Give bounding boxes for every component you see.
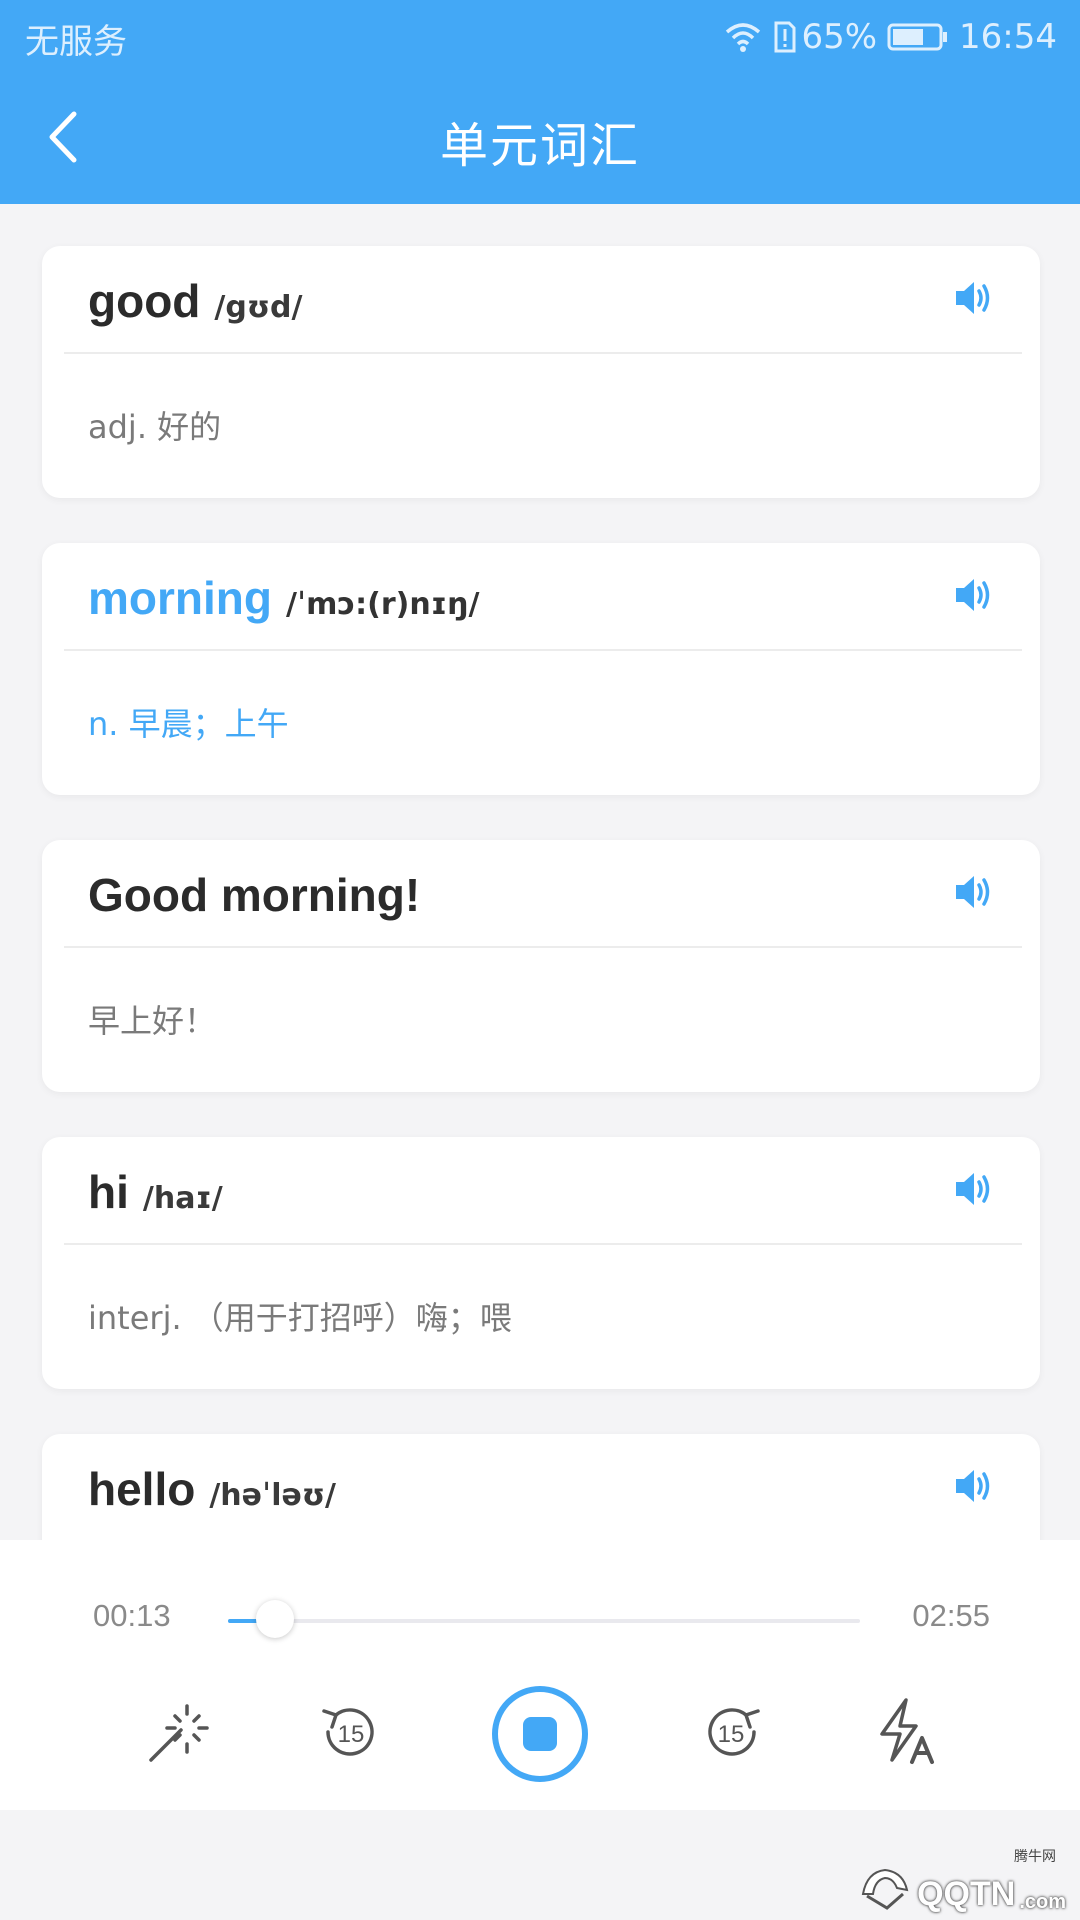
card-divider <box>64 946 1022 948</box>
card-divider <box>64 1243 1022 1245</box>
card-divider <box>64 352 1022 354</box>
speaker-icon[interactable] <box>952 1464 996 1508</box>
vocab-word: good <box>88 275 201 327</box>
clock: 16:54 <box>959 17 1057 57</box>
carrier-label: 无服务 <box>25 22 127 62</box>
forward-label: 15 <box>718 1721 745 1748</box>
vocab-word: hello <box>88 1463 196 1515</box>
rewind-15-icon[interactable]: 15 <box>316 1698 384 1766</box>
page-title: 单元词汇 <box>439 118 640 174</box>
stop-icon <box>523 1717 557 1751</box>
speaker-icon[interactable] <box>952 870 996 914</box>
magic-wand-icon[interactable] <box>145 1700 211 1766</box>
vocab-phonetic: /gʊd/ <box>214 290 303 325</box>
watermark-small: 腾牛网 <box>1014 1849 1056 1865</box>
rewind-label: 15 <box>338 1721 365 1748</box>
vocab-head: good /gʊd/ <box>88 274 302 330</box>
vocab-word: morning <box>88 572 272 624</box>
speaker-icon[interactable] <box>952 276 996 320</box>
watermark-sub: .com <box>1019 1891 1066 1913</box>
app-header: 无服务 65% 16:54 单元词汇 <box>0 0 1080 204</box>
sim-alert-icon <box>774 21 796 53</box>
auto-speed-icon[interactable] <box>872 1696 942 1766</box>
bottom-area: QQTN .com 腾牛网 <box>0 1810 1080 1920</box>
vocab-phonetic: /haɪ/ <box>142 1181 223 1216</box>
current-time: 00:13 <box>93 1598 171 1633</box>
vocab-head: morning /ˈmɔ:(r)nɪŋ/ <box>88 571 479 627</box>
progress-thumb[interactable] <box>255 1600 294 1638</box>
progress-track[interactable] <box>228 1600 860 1638</box>
watermark: QQTN .com 腾牛网 <box>857 1849 1066 1914</box>
vocab-head: hello /həˈləʊ/ <box>88 1462 336 1518</box>
total-time: 02:55 <box>912 1598 990 1633</box>
status-indicators: 65% 16:54 <box>723 14 1057 60</box>
watermark-text: QQTN <box>917 1875 1016 1913</box>
vocab-card[interactable]: morning /ˈmɔ:(r)nɪŋ/ n. 早晨；上午 <box>42 543 1040 795</box>
vocab-meaning: interj. （用于打招呼）嗨；喂 <box>88 1299 512 1337</box>
status-bar: 无服务 65% 16:54 <box>0 0 1080 74</box>
vocab-phonetic: /həˈləʊ/ <box>209 1478 336 1513</box>
stop-button[interactable] <box>490 1684 590 1784</box>
card-divider <box>64 649 1022 651</box>
vocab-card[interactable]: Good morning! 早上好！ <box>42 840 1040 1092</box>
vocab-head: Good morning! <box>88 868 420 924</box>
speaker-icon[interactable] <box>952 1167 996 1211</box>
vocab-meaning: 早上好！ <box>88 1002 217 1040</box>
vocab-meaning: adj. 好的 <box>88 408 222 446</box>
vocab-card[interactable]: hi /haɪ/ interj. （用于打招呼）嗨；喂 <box>42 1137 1040 1389</box>
battery-percent: 65% <box>801 17 878 57</box>
watermark-logo-icon <box>861 1868 909 1910</box>
nav-bar: 单元词汇 <box>0 74 1080 204</box>
vocab-head: hi /haɪ/ <box>88 1165 223 1221</box>
vocab-phonetic: /ˈmɔ:(r)nɪŋ/ <box>285 587 480 622</box>
audio-player: 00:13 02:55 15 15 <box>0 1540 1080 1810</box>
vocab-word: Good morning! <box>88 869 421 921</box>
vocab-list: good /gʊd/ adj. 好的 morning /ˈmɔ:(r)nɪŋ/ … <box>42 246 1040 1731</box>
wifi-icon <box>726 23 761 52</box>
battery-icon <box>887 23 948 51</box>
speaker-icon[interactable] <box>952 573 996 617</box>
vocab-word: hi <box>88 1166 129 1218</box>
vocab-meaning: n. 早晨；上午 <box>88 705 289 743</box>
forward-15-icon[interactable]: 15 <box>698 1698 766 1766</box>
vocab-card[interactable]: good /gʊd/ adj. 好的 <box>42 246 1040 498</box>
